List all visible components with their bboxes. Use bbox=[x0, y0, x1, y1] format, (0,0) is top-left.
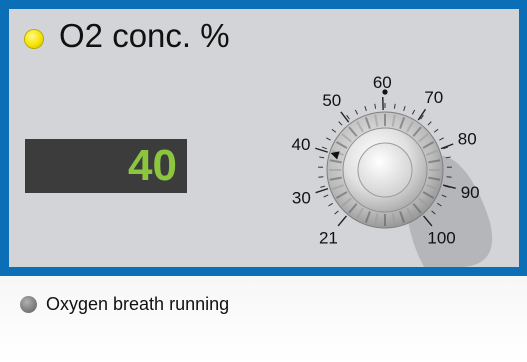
o2-setting-dial[interactable]: 21 30 40 50 60 70 80 90 100 bbox=[264, 69, 519, 267]
dial-label-40: 40 bbox=[292, 135, 311, 154]
o2-value: 40 bbox=[128, 141, 177, 190]
dial-minor-tick bbox=[446, 176, 452, 178]
dial-major-tick bbox=[337, 215, 347, 227]
dial-minor-tick bbox=[320, 185, 326, 188]
knob-cap bbox=[357, 142, 413, 198]
o2-value-display: 40 bbox=[25, 139, 187, 193]
dial-major-tick bbox=[315, 187, 329, 194]
dial-minor-tick bbox=[338, 121, 343, 126]
dial-label-60: 60 bbox=[373, 73, 392, 92]
status-row: Oxygen breath running bbox=[20, 293, 229, 315]
dial-label-100: 100 bbox=[427, 228, 455, 247]
dial-minor-tick bbox=[334, 210, 339, 215]
dial-minor-tick bbox=[403, 105, 406, 112]
dial-label-90: 90 bbox=[461, 183, 480, 202]
dial-label-21: 21 bbox=[319, 228, 338, 247]
dial-minor-tick bbox=[326, 137, 331, 141]
dial-label-30: 30 bbox=[292, 188, 311, 207]
dial-minor-tick bbox=[319, 156, 325, 159]
status-dot-icon bbox=[20, 295, 37, 313]
dial-label-70: 70 bbox=[424, 88, 443, 107]
dial-minor-tick bbox=[323, 194, 329, 198]
dial-label-50: 50 bbox=[322, 91, 341, 110]
dial-minor-tick bbox=[321, 146, 327, 150]
dial-major-tick bbox=[417, 108, 427, 121]
dial-minor-tick bbox=[331, 128, 337, 133]
dial-minor-tick bbox=[318, 176, 324, 178]
dial-minor-tick bbox=[364, 105, 367, 112]
dial-minor-tick bbox=[411, 109, 416, 115]
dial-minor-tick bbox=[393, 103, 396, 109]
dial-minor-tick bbox=[346, 114, 350, 120]
panel-title: O2 conc. % bbox=[59, 17, 230, 54]
dial-minor-tick bbox=[427, 121, 432, 126]
status-indicator-icon bbox=[25, 30, 43, 48]
o2-panel-body: O2 conc. % 40 21 30 40 50 60 70 80 90 10… bbox=[9, 9, 519, 267]
dial-minor-tick bbox=[439, 137, 444, 141]
dial-minor-tick bbox=[433, 128, 439, 133]
dial-minor-tick bbox=[374, 103, 377, 109]
status-text: Oxygen breath running bbox=[46, 293, 230, 314]
dial-minor-tick bbox=[328, 202, 333, 207]
o2-concentration-panel: O2 conc. % 40 21 30 40 50 60 70 80 90 10… bbox=[0, 0, 527, 276]
dial-minor-tick bbox=[354, 109, 359, 115]
dial-top-marker bbox=[382, 89, 388, 95]
dial-label-80: 80 bbox=[458, 130, 477, 149]
